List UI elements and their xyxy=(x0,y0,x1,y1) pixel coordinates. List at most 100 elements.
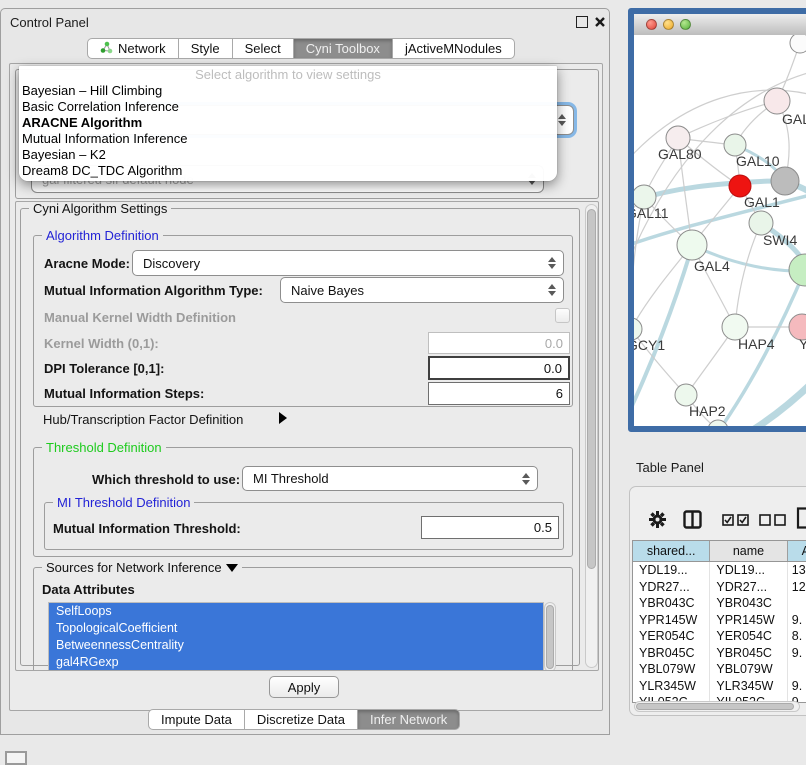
popup-item-aracne-algorithm[interactable]: ARACNE Algorithm xyxy=(19,115,557,131)
scrollbar-thumb[interactable] xyxy=(587,209,596,569)
gear-icon[interactable] xyxy=(649,511,666,528)
table-row[interactable]: YBR043CYBR043C xyxy=(633,595,806,612)
network-canvas[interactable]: GALGAL80GAL10GAL1GAL11SWI4GAL4GCY1HAP4YH… xyxy=(634,35,806,426)
tab-label: Cyni Toolbox xyxy=(306,41,380,56)
mi-steps-field[interactable]: 6 xyxy=(428,382,570,405)
window-title: Control Panel xyxy=(10,15,89,30)
mi-algorithm-type-combobox[interactable]: Naive Bayes xyxy=(280,277,564,303)
control-panel-window: Control Panel Network Style Select Cyni Too… xyxy=(0,8,610,735)
table-cell: 9. xyxy=(788,612,806,629)
tab-label: Style xyxy=(191,41,220,56)
tab-style[interactable]: Style xyxy=(179,38,233,59)
popup-item-basic-correlation-inference[interactable]: Basic Correlation Inference xyxy=(19,99,557,115)
attribute-item-gal4rgexp[interactable]: gal4RGexp xyxy=(49,654,543,671)
popup-item-bayesian-k2[interactable]: Bayesian – K2 xyxy=(19,147,557,163)
minimize-traffic-light-icon[interactable] xyxy=(663,19,674,30)
node-label: Y xyxy=(799,336,806,352)
zoom-traffic-light-icon[interactable] xyxy=(680,19,691,30)
close-traffic-light-icon[interactable] xyxy=(646,19,657,30)
attribute-item-betweennesscentrality[interactable]: BetweennessCentrality xyxy=(49,637,543,654)
table-h-scrollbar[interactable] xyxy=(634,701,800,712)
tab-cyni-toolbox[interactable]: Cyni Toolbox xyxy=(294,38,393,59)
split-columns-icon[interactable] xyxy=(683,510,702,529)
mi-threshold-definition-group: MI Threshold Definition Mutual Informati… xyxy=(44,502,564,550)
scrollbar-thumb[interactable] xyxy=(636,703,794,710)
network-node[interactable] xyxy=(789,254,806,286)
table-row[interactable]: YDL19...YDL19...13 xyxy=(633,562,806,579)
float-window-icon[interactable] xyxy=(576,16,588,28)
network-icon xyxy=(100,41,113,57)
network-edge[interactable] xyxy=(735,223,761,327)
new-table-icon[interactable] xyxy=(796,507,806,529)
table-cell: YBL079W xyxy=(633,661,710,678)
mi-algorithm-type-label: Mutual Information Algorithm Type: xyxy=(44,283,263,298)
tab-impute-data[interactable]: Impute Data xyxy=(148,709,245,730)
select-all-icon[interactable] xyxy=(722,514,750,526)
network-node[interactable] xyxy=(771,167,799,195)
manual-kernel-width-checkbox[interactable] xyxy=(555,308,570,323)
table-cell: YLR345W xyxy=(633,678,710,695)
table-cell: YBR043C xyxy=(710,595,787,612)
deselect-all-icon[interactable] xyxy=(759,514,787,526)
scrollbar-thumb[interactable] xyxy=(546,605,554,669)
column-header-a[interactable]: A xyxy=(788,541,806,561)
combo-spinner-icon xyxy=(558,114,566,126)
tab-infer-network[interactable]: Infer Network xyxy=(358,709,460,730)
table-cell: YDL19... xyxy=(710,562,787,579)
threshold-definition-group: Threshold Definition Which threshold to … xyxy=(33,447,573,557)
cyni-algorithm-settings-title: Cyni Algorithm Settings xyxy=(29,201,171,216)
table-row[interactable]: YLR345WYLR345W9. xyxy=(633,678,806,695)
popup-item-mutual-information-inference[interactable]: Mutual Information Inference xyxy=(19,131,557,147)
which-threshold-combobox[interactable]: MI Threshold xyxy=(242,466,538,491)
settings-scrollbar[interactable] xyxy=(585,204,598,668)
kernel-width-label: Kernel Width (0,1): xyxy=(44,336,159,351)
popup-item-bayesian-hill-climbing[interactable]: Bayesian – Hill Climbing xyxy=(19,83,557,99)
node-label: GCY1 xyxy=(634,337,665,353)
tab-select[interactable]: Select xyxy=(233,38,294,59)
table-cell: YBL079W xyxy=(710,661,787,678)
column-header-shared[interactable]: shared... xyxy=(633,541,710,561)
network-graph[interactable]: GALGAL80GAL10GAL1GAL11SWI4GAL4GCY1HAP4YH… xyxy=(634,35,806,426)
tab-jactivemnodules[interactable]: jActiveMNodules xyxy=(393,38,515,59)
cyni-algorithm-settings-group: Cyni Algorithm Settings Algorithm Defini… xyxy=(20,208,580,666)
dpi-tolerance-label: DPI Tolerance [0,1]: xyxy=(44,361,164,376)
table-cell: 9. xyxy=(788,645,806,662)
dpi-tolerance-field[interactable]: 0.0 xyxy=(428,356,570,380)
table-row[interactable]: YDR27...YDR27...12 xyxy=(633,579,806,596)
manual-kernel-width-label: Manual Kernel Width Definition xyxy=(44,310,236,325)
apply-button[interactable]: Apply xyxy=(269,676,339,698)
popup-item-dream8-dc-tdc-algorithm[interactable]: Dream8 DC_TDC Algorithm xyxy=(19,163,557,179)
threshold-definition-title: Threshold Definition xyxy=(42,440,166,455)
tab-network[interactable]: Network xyxy=(87,38,179,59)
hub-transcription-factor-label: Hub/Transcription Factor Definition xyxy=(43,412,243,427)
mi-threshold-definition-title: MI Threshold Definition xyxy=(53,495,194,510)
table-row[interactable]: YPR145WYPR145W9. xyxy=(633,612,806,629)
network-node-gal4[interactable] xyxy=(677,230,707,260)
column-header-name[interactable]: name xyxy=(710,541,787,561)
attribute-item-selfloops[interactable]: SelfLoops xyxy=(49,603,543,620)
data-attributes-list[interactable]: SelfLoopsTopologicalCoefficientBetweenne… xyxy=(48,602,544,671)
table-cell: YPR145W xyxy=(710,612,787,629)
tab-discretize-data[interactable]: Discretize Data xyxy=(245,709,358,730)
close-icon[interactable] xyxy=(594,16,606,28)
attribute-item-topologicalcoefficient[interactable]: TopologicalCoefficient xyxy=(49,620,543,637)
mi-algorithm-type-value: Naive Bayes xyxy=(291,283,364,298)
table-row[interactable]: YER054CYER054C8. xyxy=(633,628,806,645)
panel-grip-icon[interactable] xyxy=(5,751,27,765)
attributes-list-scrollbar[interactable] xyxy=(544,602,556,671)
algorithm-definition-title: Algorithm Definition xyxy=(42,228,163,243)
popup-item-list: Bayesian – Hill ClimbingBasic Correlatio… xyxy=(19,83,557,179)
network-node[interactable] xyxy=(790,35,806,53)
aracne-mode-combobox[interactable]: Discovery xyxy=(132,250,564,276)
kernel-width-field[interactable]: 0.0 xyxy=(428,332,570,354)
table-row[interactable]: YBR045CYBR045C9. xyxy=(633,645,806,662)
network-edge[interactable] xyxy=(678,101,777,138)
node-label: GAL10 xyxy=(736,153,780,169)
table-cell: 9. xyxy=(788,678,806,695)
collapse-arrow-icon[interactable] xyxy=(226,564,238,572)
table-row[interactable]: YBL079WYBL079W xyxy=(633,661,806,678)
expand-arrow-icon[interactable] xyxy=(279,412,287,427)
aracne-mode-label: Aracne Mode: xyxy=(44,256,130,271)
mi-threshold-field[interactable]: 0.5 xyxy=(421,516,559,539)
control-panel-tab-bar: Network Style Select Cyni Toolbox jActiveMNo… xyxy=(87,38,515,59)
